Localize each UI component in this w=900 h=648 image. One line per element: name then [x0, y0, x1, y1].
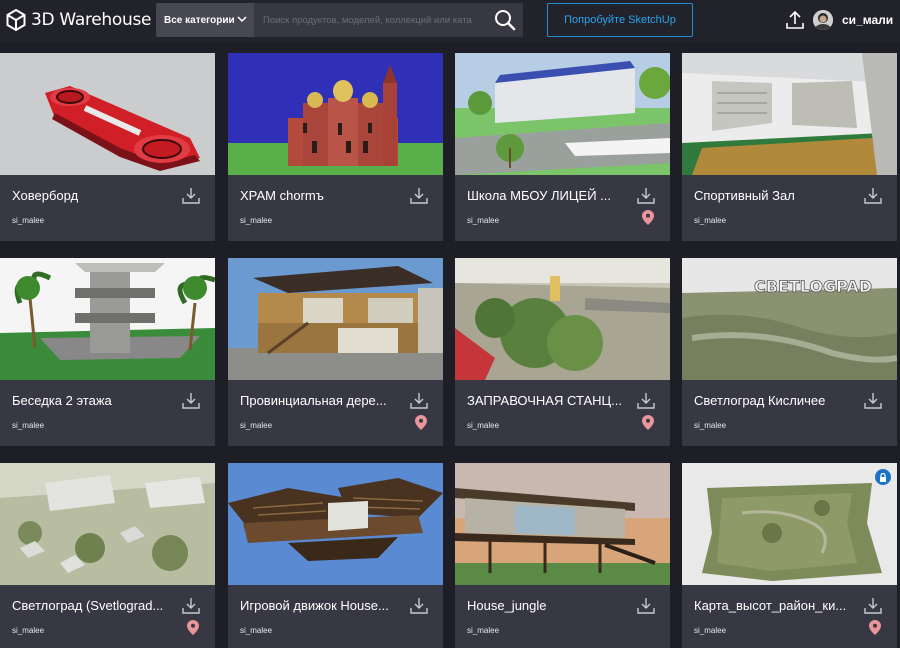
- model-author[interactable]: si_malee: [240, 216, 272, 225]
- model-author[interactable]: si_malee: [12, 216, 44, 225]
- category-select-label: Все категории: [164, 14, 235, 26]
- download-icon[interactable]: [863, 392, 883, 410]
- location-pin-icon: [187, 620, 199, 635]
- download-icon[interactable]: [863, 187, 883, 205]
- download-icon[interactable]: [181, 392, 201, 410]
- model-card[interactable]: Школа МБОУ ЛИЦЕЙ ... si_malee: [455, 53, 670, 241]
- model-card[interactable]: Спортивный Зал si_malee: [682, 53, 897, 241]
- avatar[interactable]: [813, 10, 833, 30]
- model-card[interactable]: Игровой движок House... si_malee: [228, 463, 443, 648]
- model-author[interactable]: si_malee: [694, 216, 726, 225]
- model-title[interactable]: Беседка 2 этажа: [12, 393, 172, 408]
- download-icon[interactable]: [636, 597, 656, 615]
- model-title[interactable]: Провинциальная дере...: [240, 393, 400, 408]
- download-icon[interactable]: [409, 597, 429, 615]
- download-icon[interactable]: [409, 187, 429, 205]
- model-author[interactable]: si_malee: [694, 421, 726, 430]
- download-icon[interactable]: [863, 597, 883, 615]
- model-title[interactable]: Спортивный Зал: [694, 188, 854, 203]
- model-author[interactable]: si_malee: [12, 626, 44, 635]
- model-card[interactable]: Карта_высот_район_ки... si_malee: [682, 463, 897, 648]
- search-input[interactable]: [254, 3, 490, 37]
- svetlograd-sign-text: CBETLOGPAD: [754, 277, 872, 296]
- model-card[interactable]: ЗАПРАВОЧНАЯ СТАНЦ... si_malee: [455, 258, 670, 446]
- model-title[interactable]: Игровой движок House...: [240, 598, 400, 613]
- model-title[interactable]: Светлоград (Svetlograd...: [12, 598, 172, 613]
- model-author[interactable]: si_malee: [12, 421, 44, 430]
- model-title[interactable]: Светлоград Кисличее: [694, 393, 854, 408]
- location-pin-icon: [415, 415, 427, 430]
- model-card[interactable]: Светлоград (Svetlograd... si_malee: [0, 463, 215, 648]
- model-title[interactable]: Карта_высот_район_ки...: [694, 598, 854, 613]
- model-author[interactable]: si_malee: [694, 626, 726, 635]
- model-card[interactable]: Провинциальная дере... si_malee: [228, 258, 443, 446]
- logo[interactable]: 3D Warehouse: [6, 8, 152, 32]
- search-box: [254, 3, 523, 37]
- model-title[interactable]: House_jungle: [467, 598, 627, 613]
- lock-icon: [875, 469, 891, 485]
- download-icon[interactable]: [181, 187, 201, 205]
- location-pin-icon: [869, 620, 881, 635]
- download-icon[interactable]: [636, 187, 656, 205]
- model-author[interactable]: si_malee: [467, 626, 499, 635]
- model-title[interactable]: Ховерборд: [12, 188, 172, 203]
- chevron-down-icon: [237, 16, 247, 23]
- model-author[interactable]: si_malee: [240, 421, 272, 430]
- model-thumbnail[interactable]: [455, 53, 670, 175]
- model-thumbnail[interactable]: [682, 463, 897, 585]
- location-pin-icon: [642, 415, 654, 430]
- model-thumbnail[interactable]: [228, 258, 443, 380]
- model-author[interactable]: si_malee: [467, 216, 499, 225]
- category-select[interactable]: Все категории: [156, 3, 254, 37]
- model-card[interactable]: House_jungle si_malee: [455, 463, 670, 648]
- location-pin-icon: [642, 210, 654, 225]
- model-thumbnail[interactable]: CBETLOGPAD: [682, 258, 897, 380]
- username[interactable]: си_мали: [842, 13, 893, 27]
- model-thumbnail[interactable]: [455, 463, 670, 585]
- model-author[interactable]: si_malee: [240, 626, 272, 635]
- model-author[interactable]: si_malee: [467, 421, 499, 430]
- model-title[interactable]: Школа МБОУ ЛИЦЕЙ ...: [467, 188, 627, 203]
- model-title[interactable]: ХРАМ chormъ: [240, 188, 400, 203]
- download-icon[interactable]: [636, 392, 656, 410]
- model-thumbnail[interactable]: [682, 53, 897, 175]
- model-thumbnail[interactable]: [228, 463, 443, 585]
- model-title[interactable]: ЗАПРАВОЧНАЯ СТАНЦ...: [467, 393, 627, 408]
- download-icon[interactable]: [409, 392, 429, 410]
- search-icon[interactable]: [494, 9, 516, 31]
- warehouse-cube-icon: [6, 9, 26, 31]
- upload-icon[interactable]: [784, 9, 806, 31]
- top-bar: 3D Warehouse Все категории Попробуйте Sk…: [0, 0, 900, 42]
- model-card[interactable]: ХРАМ chormъ si_malee: [228, 53, 443, 241]
- download-icon[interactable]: [181, 597, 201, 615]
- model-card[interactable]: Беседка 2 этажа si_malee: [0, 258, 215, 446]
- logo-text: 3D Warehouse: [31, 10, 152, 30]
- model-thumbnail[interactable]: [455, 258, 670, 380]
- model-card[interactable]: Ховерборд si_malee: [0, 53, 215, 241]
- model-thumbnail[interactable]: [0, 258, 215, 380]
- try-sketchup-button[interactable]: Попробуйте SketchUp: [547, 3, 693, 37]
- model-thumbnail[interactable]: [0, 53, 215, 175]
- model-card[interactable]: CBETLOGPAD Светлоград Кисличее si_malee: [682, 258, 897, 446]
- model-thumbnail[interactable]: [0, 463, 215, 585]
- model-thumbnail[interactable]: [228, 53, 443, 175]
